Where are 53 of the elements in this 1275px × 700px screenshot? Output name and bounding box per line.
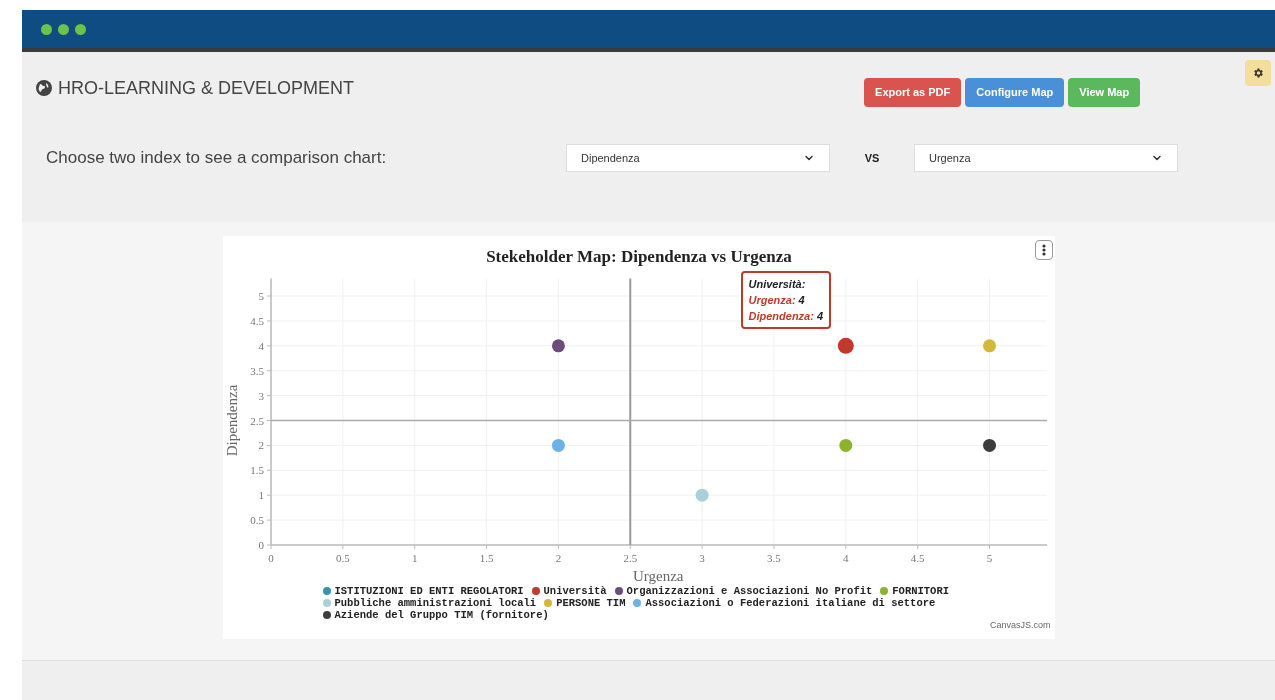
data-point[interactable] [837,337,854,354]
x-tick-label: 1.5 [479,552,493,564]
x-tick-label: 0.5 [335,552,350,564]
y-tick-label: 4.5 [249,314,264,327]
vs-label: VS [863,150,881,166]
x-axis-title: Urgenza [632,568,683,584]
x-tick-label: 4.5 [910,552,925,564]
settings-button[interactable] [1245,60,1271,86]
comparison-prompt: Choose two index to see a comparison chart: [46,147,388,170]
toolbar-button[interactable]: Export as PDF [864,77,962,107]
x-tick-label: 5 [986,552,992,564]
y-tick-label: 2.5 [249,414,264,427]
settings-icon [1252,67,1264,79]
index-select[interactable]: Dipendenza [566,144,830,172]
y-tick-label: 1 [258,489,264,502]
y-tick-label: 4 [258,339,264,352]
y-tick-label: 2 [258,439,264,452]
y-tick-label: 1.5 [249,464,264,477]
legend-label[interactable]: Università [543,585,607,597]
x-tick-label: 0 [267,552,274,564]
legend-label[interactable]: Aziende del Gruppo TIM (fornitore) [334,609,549,621]
y-tick-label: 0 [258,539,264,551]
legend-label[interactable]: PERSONE TIM [556,597,626,609]
x-tick-label: 4 [842,552,849,564]
tooltip-label: Dipendenza: [748,309,814,324]
index-select[interactable]: Urgenza [914,144,1178,172]
x-tick-label: 2 [555,552,561,564]
tooltip-value: 4 [798,293,805,308]
y-tick-label: 3 [258,389,264,402]
chart-title: Stekeholder Map: Dipendenza vs Urgenza [485,247,792,266]
more-icon [1041,244,1046,256]
x-tick-label: 3 [698,552,705,564]
tooltip-value: 4 [816,309,824,324]
chart-credit[interactable]: CanvasJS.com [989,619,1051,633]
y-tick-label: 3.5 [249,364,264,377]
legend-label[interactable]: ISTITUZIONI ED ENTI REGOLATORI [334,585,524,597]
x-tick-label: 3.5 [766,552,781,564]
data-point[interactable] [982,438,996,452]
globe-icon [36,80,52,96]
y-tick-label: 0.5 [249,514,264,527]
data-point[interactable] [551,339,565,353]
tooltip-title: Università: [748,277,807,292]
page-title: HRO-LEARNING & DEVELOPMENT [58,76,355,100]
chart-menu-button[interactable] [1034,240,1053,260]
legend-label[interactable]: Pubbliche amministrazioni locali [334,597,537,609]
x-tick-label: 2.5 [622,552,637,564]
legend-label[interactable]: Associazioni o Federazioni italiane di settore [645,597,936,609]
y-tick-label: 5 [258,290,264,303]
x-tick-label: 1 [411,552,417,564]
legend-label[interactable]: FORNITORI [892,585,949,597]
legend-label[interactable]: Organizzazioni e Associazioni No Profit [626,585,873,597]
tooltip-label: Urgenza: [748,293,796,308]
y-axis-title: Dipendenza [223,384,240,457]
